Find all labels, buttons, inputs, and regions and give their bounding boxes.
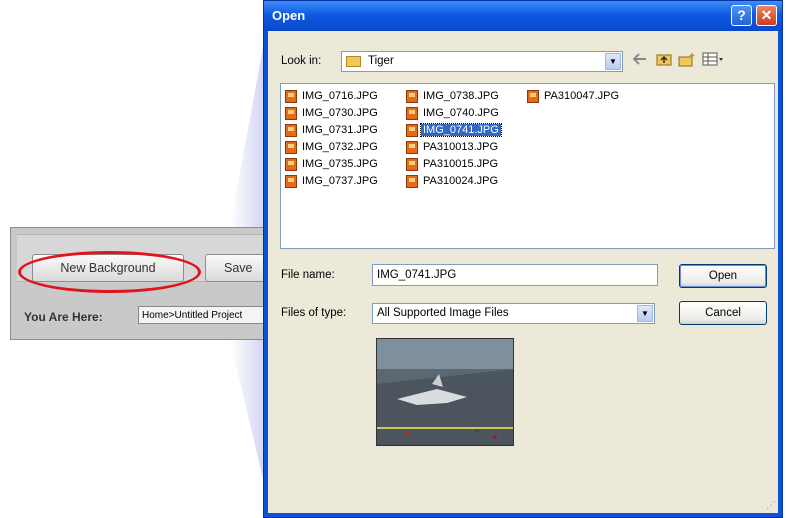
dialog-title-bar[interactable]: Open ? ✕: [264, 1, 782, 31]
file-name-text: PA310015.JPG: [423, 158, 499, 170]
image-preview: [376, 338, 514, 446]
jpg-file-icon: [406, 140, 418, 154]
open-button[interactable]: Open: [679, 264, 767, 288]
back-arrow-icon[interactable]: [632, 52, 648, 69]
jpg-file-icon: [285, 174, 297, 188]
file-list-item[interactable]: IMG_0716.JPG: [285, 88, 380, 104]
jpg-file-icon: [285, 123, 297, 137]
jpg-file-icon: [406, 174, 418, 188]
help-button[interactable]: ?: [731, 5, 752, 26]
chevron-down-icon[interactable]: ▼: [605, 53, 621, 70]
folder-icon: [346, 56, 361, 67]
file-list-item[interactable]: IMG_0738.JPG: [406, 88, 501, 104]
files-of-type-label: Files of type:: [281, 307, 347, 319]
view-menu-icon[interactable]: [702, 52, 724, 69]
close-button[interactable]: ✕: [756, 5, 777, 26]
jpg-file-icon: [285, 140, 297, 154]
file-name-text: IMG_0740.JPG: [423, 107, 499, 119]
file-list-item[interactable]: IMG_0731.JPG: [285, 122, 380, 138]
you-are-here-label: You Are Here:: [24, 310, 103, 324]
file-list-item[interactable]: IMG_0732.JPG: [285, 139, 380, 155]
file-list-item[interactable]: PA310015.JPG: [406, 156, 500, 172]
highlight-ellipse: [18, 251, 201, 293]
files-of-type-value: All Supported Image Files: [377, 307, 509, 319]
dialog-title: Open: [272, 8, 306, 23]
file-name-text: IMG_0731.JPG: [302, 124, 378, 136]
file-name-text: PA310013.JPG: [423, 141, 499, 153]
file-name-label: File name:: [281, 269, 335, 281]
file-name-text: IMG_0738.JPG: [423, 90, 499, 102]
open-dialog: Open ? ✕ Look in: Tiger ▼ IMG_0716.JPG IM…: [263, 0, 783, 518]
jpg-file-icon: [406, 106, 418, 120]
file-name-input[interactable]: IMG_0741.JPG: [372, 264, 658, 286]
file-name-text: IMG_0735.JPG: [302, 158, 378, 170]
look-in-value: Tiger: [368, 55, 394, 67]
jpg-file-icon: [285, 106, 297, 120]
file-name-text: IMG_0732.JPG: [302, 141, 378, 153]
look-in-dropdown[interactable]: Tiger ▼: [341, 51, 623, 72]
jpg-file-icon: [285, 157, 297, 171]
jpg-file-icon: [406, 157, 418, 171]
file-list[interactable]: IMG_0716.JPG IMG_0730.JPG IMG_0731.JPG IMG_…: [280, 83, 775, 249]
look-in-label: Look in:: [281, 55, 322, 67]
help-icon: ?: [737, 7, 746, 23]
file-name-text: IMG_0716.JPG: [302, 90, 378, 102]
jpg-file-icon: [406, 89, 418, 103]
breadcrumb[interactable]: Home>Untitled Project: [138, 306, 278, 324]
file-list-item[interactable]: PA310013.JPG: [406, 139, 500, 155]
file-list-item[interactable]: IMG_0730.JPG: [285, 105, 380, 121]
cancel-button[interactable]: Cancel: [679, 301, 767, 325]
file-list-item[interactable]: IMG_0740.JPG: [406, 105, 501, 121]
resize-grip-icon[interactable]: ⋰: [766, 500, 776, 511]
file-list-item[interactable]: PA310047.JPG: [527, 88, 621, 104]
dialog-client-area: Look in: Tiger ▼ IMG_0716.JPG IMG_0730.JP…: [268, 31, 778, 513]
file-name-text: PA310047.JPG: [544, 90, 620, 102]
file-list-item[interactable]: PA310024.JPG: [406, 173, 500, 189]
save-label: Save: [224, 261, 253, 275]
close-icon: ✕: [760, 7, 773, 23]
file-name-text: IMG_0741.JPG: [420, 123, 502, 137]
jpg-file-icon: [527, 89, 539, 103]
file-list-item[interactable]: IMG_0735.JPG: [285, 156, 380, 172]
jpg-file-icon: [285, 89, 297, 103]
files-of-type-dropdown[interactable]: All Supported Image Files ▼: [372, 303, 655, 324]
file-list-item[interactable]: IMG_0737.JPG: [285, 173, 380, 189]
file-name-text: IMG_0737.JPG: [302, 175, 378, 187]
file-name-text: PA310024.JPG: [423, 175, 499, 187]
up-folder-icon[interactable]: [656, 52, 672, 69]
new-folder-icon[interactable]: [678, 52, 696, 70]
cancel-label: Cancel: [705, 307, 741, 319]
open-label: Open: [708, 270, 738, 282]
file-list-item[interactable]: IMG_0741.JPG: [406, 122, 502, 138]
chevron-down-icon[interactable]: ▼: [637, 305, 653, 322]
file-name-text: IMG_0730.JPG: [302, 107, 378, 119]
jpg-file-icon: [406, 123, 418, 137]
